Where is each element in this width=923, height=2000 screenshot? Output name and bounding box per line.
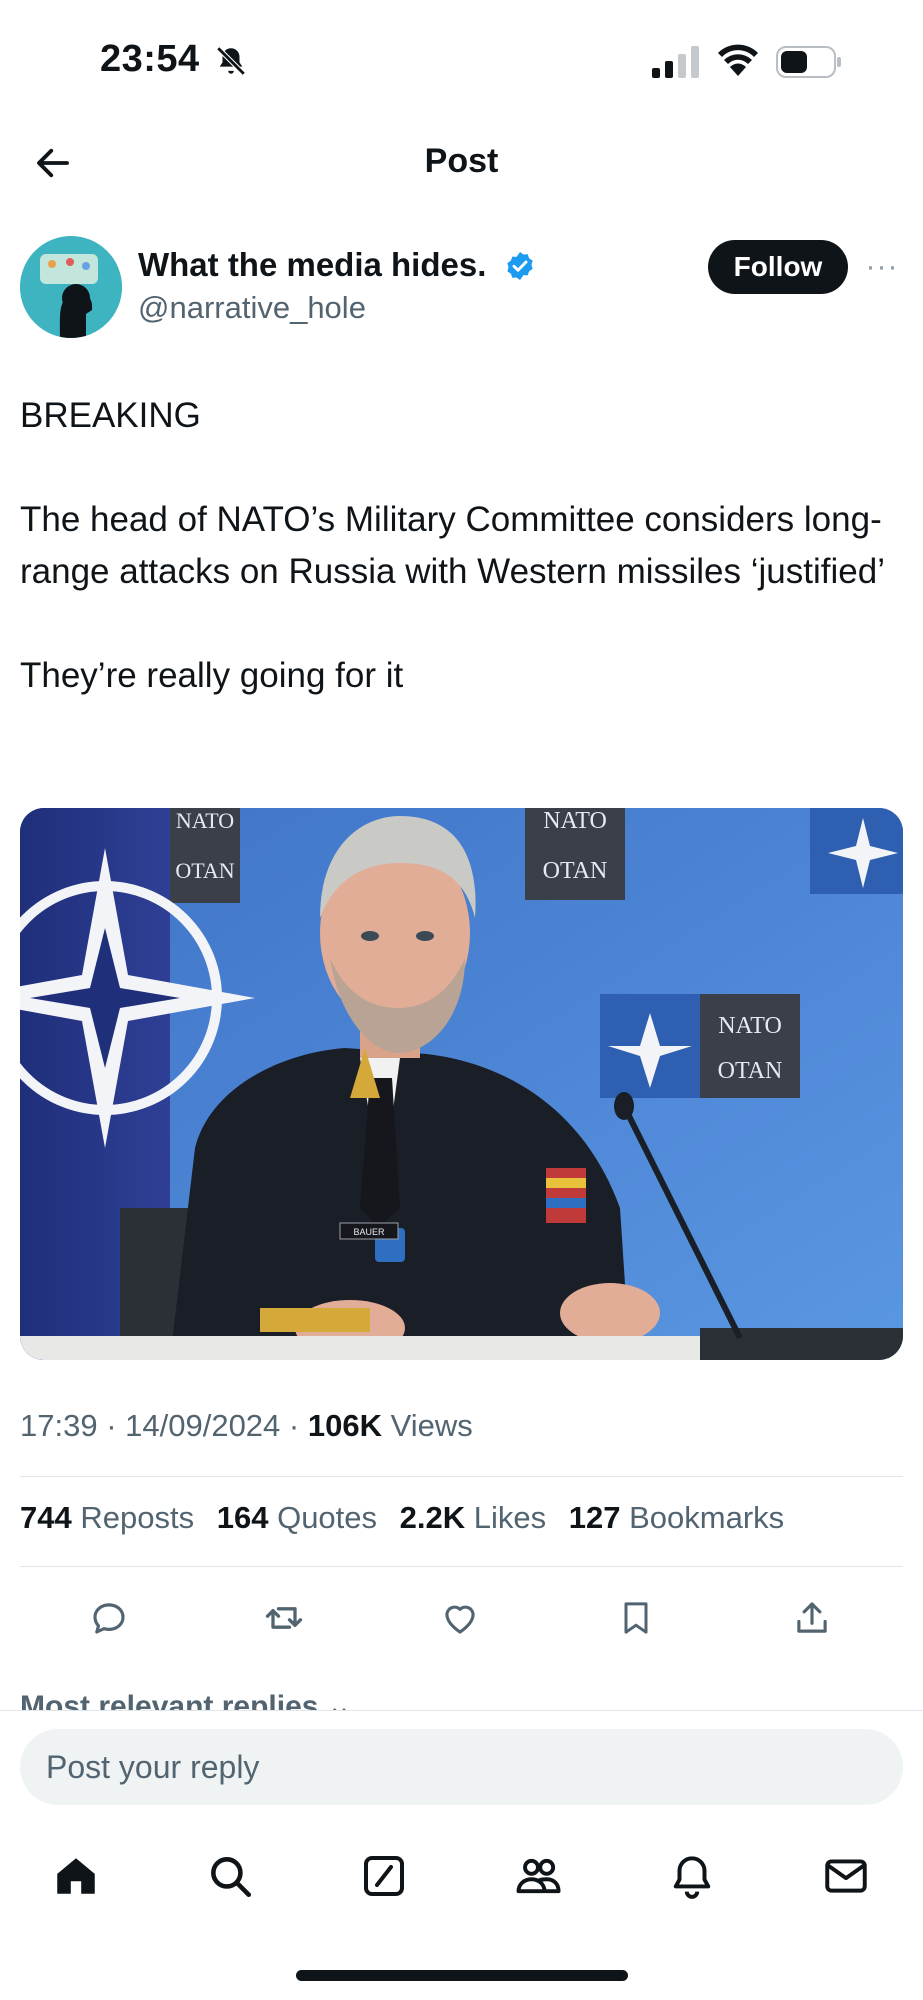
tab-communities[interactable] bbox=[510, 1848, 566, 1904]
quotes-stat[interactable]: 164 Quotes bbox=[217, 1500, 377, 1535]
nato-sign: NATO OTAN bbox=[600, 994, 800, 1098]
post-paragraph: The head of NATO’s Military Committee co… bbox=[20, 500, 885, 591]
svg-text:NATO: NATO bbox=[176, 808, 234, 833]
more-options-icon[interactable]: ··· bbox=[862, 250, 902, 283]
messages-icon bbox=[825, 1859, 867, 1893]
author-row: What the media hides. @narrative_hole Fo… bbox=[0, 232, 923, 342]
replies-sort-label: Most relevant replies bbox=[20, 1690, 319, 1710]
reply-input[interactable] bbox=[20, 1729, 903, 1805]
grok-icon bbox=[364, 1856, 404, 1896]
bookmark-button[interactable] bbox=[612, 1594, 660, 1642]
svg-text:NATO: NATO bbox=[718, 1013, 782, 1039]
battery-icon bbox=[776, 46, 841, 78]
page-title: Post bbox=[424, 142, 499, 180]
like-button[interactable] bbox=[436, 1594, 484, 1642]
nato-star-logo bbox=[810, 808, 903, 894]
svg-text:OTAN: OTAN bbox=[175, 858, 234, 883]
search-icon bbox=[211, 1857, 252, 1898]
display-name[interactable]: What the media hides. bbox=[138, 246, 486, 284]
reply-icon bbox=[93, 1603, 125, 1634]
follow-button[interactable]: Follow bbox=[708, 240, 848, 294]
bookmark-icon bbox=[624, 1602, 648, 1634]
bell-off-icon bbox=[216, 46, 246, 76]
svg-text:NATO: NATO bbox=[543, 808, 607, 834]
post-paragraph: BREAKING bbox=[20, 396, 201, 435]
svg-text:BAUER: BAUER bbox=[353, 1227, 385, 1237]
svg-text:OTAN: OTAN bbox=[543, 858, 608, 884]
reposts-stat[interactable]: 744 Reposts bbox=[20, 1500, 194, 1535]
engagement-stats: 744 Reposts 164 Quotes 2.2K Likes 127 Bo… bbox=[20, 1500, 798, 1536]
likes-stat[interactable]: 2.2K Likes bbox=[400, 1500, 546, 1535]
replies-sort-dropdown[interactable]: Most relevant replies ⌄ bbox=[20, 1686, 352, 1710]
post-paragraph: They’re really going for it bbox=[20, 656, 404, 695]
nato-sign: NATO OTAN bbox=[525, 808, 625, 900]
tab-search[interactable] bbox=[202, 1848, 258, 1904]
action-bar bbox=[0, 1588, 923, 1652]
post-header: Post bbox=[0, 120, 923, 206]
post-image[interactable]: NATO OTAN NATO OTAN NATO OTAN BAUER bbox=[20, 808, 903, 1360]
like-icon bbox=[445, 1605, 475, 1634]
communities-icon bbox=[516, 1858, 561, 1894]
chevron-down-icon: ⌄ bbox=[326, 1690, 352, 1710]
post-date: 14/09/2024 bbox=[125, 1408, 281, 1443]
avatar[interactable] bbox=[20, 236, 122, 338]
notifications-icon bbox=[673, 1856, 711, 1899]
bottom-tab-bar bbox=[0, 1836, 923, 1916]
reply-button[interactable] bbox=[85, 1594, 133, 1642]
tab-home[interactable] bbox=[48, 1848, 104, 1904]
press-conference-photo: NATO OTAN NATO OTAN NATO OTAN BAUER bbox=[20, 808, 903, 1360]
post-text: BREAKING The head of NATO’s Military Com… bbox=[20, 390, 900, 702]
reply-bar bbox=[0, 1710, 923, 1820]
views-label: Views bbox=[390, 1408, 473, 1443]
svg-text:OTAN: OTAN bbox=[718, 1058, 783, 1084]
home-icon bbox=[57, 1858, 95, 1894]
post-time: 17:39 bbox=[20, 1408, 98, 1443]
status-time: 23:54 bbox=[100, 38, 200, 80]
share-button[interactable] bbox=[788, 1594, 836, 1642]
status-bar: 23:54 bbox=[0, 0, 923, 120]
tab-grok[interactable] bbox=[356, 1848, 412, 1904]
repost-button[interactable] bbox=[260, 1594, 308, 1642]
divider bbox=[20, 1566, 903, 1567]
views-count: 106K bbox=[307, 1408, 382, 1443]
tab-notifications[interactable] bbox=[664, 1848, 720, 1904]
repost-icon bbox=[265, 1607, 303, 1629]
handle[interactable]: @narrative_hole bbox=[138, 290, 366, 326]
share-icon bbox=[797, 1602, 827, 1633]
bookmarks-stat[interactable]: 127 Bookmarks bbox=[569, 1500, 784, 1535]
avatar-image bbox=[20, 236, 122, 338]
signal-icon bbox=[652, 46, 699, 78]
verified-badge-icon bbox=[507, 252, 533, 280]
wifi-icon bbox=[718, 44, 758, 76]
home-indicator[interactable] bbox=[296, 1970, 628, 1981]
post-meta: 17:39 · 14/09/2024 · 106K Views bbox=[20, 1408, 473, 1443]
tab-messages[interactable] bbox=[818, 1848, 874, 1904]
divider bbox=[20, 1476, 903, 1477]
nato-sign: NATO OTAN bbox=[170, 808, 240, 903]
